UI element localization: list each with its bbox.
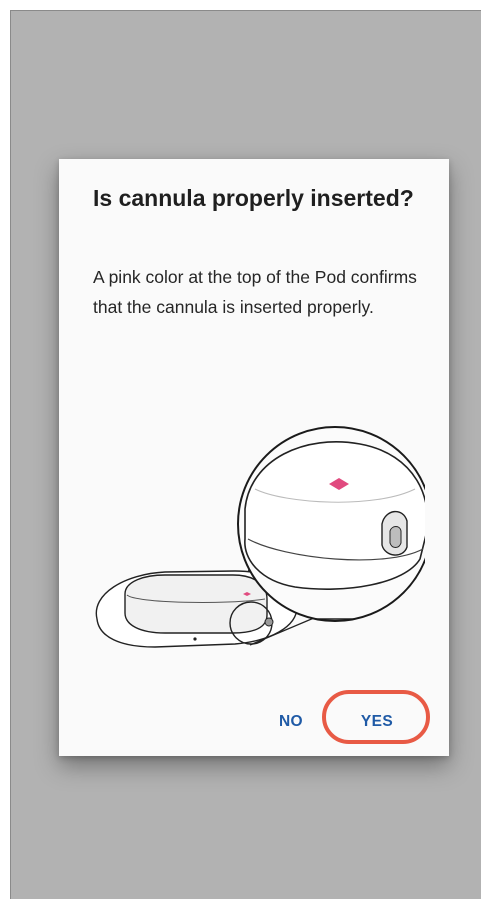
dialog-title: Is cannula properly inserted? (93, 185, 414, 211)
yes-button[interactable]: YES (357, 710, 397, 734)
screen: Is cannula properly inserted? A pink col… (10, 10, 481, 899)
cannula-confirmation-dialog: Is cannula properly inserted? A pink col… (59, 159, 449, 756)
dialog-actions: NO YES (59, 690, 449, 756)
pod-cannula-illustration (95, 426, 425, 648)
dialog-message: A pink color at the top of the Pod confi… (93, 267, 417, 317)
no-button[interactable]: NO (275, 710, 307, 734)
